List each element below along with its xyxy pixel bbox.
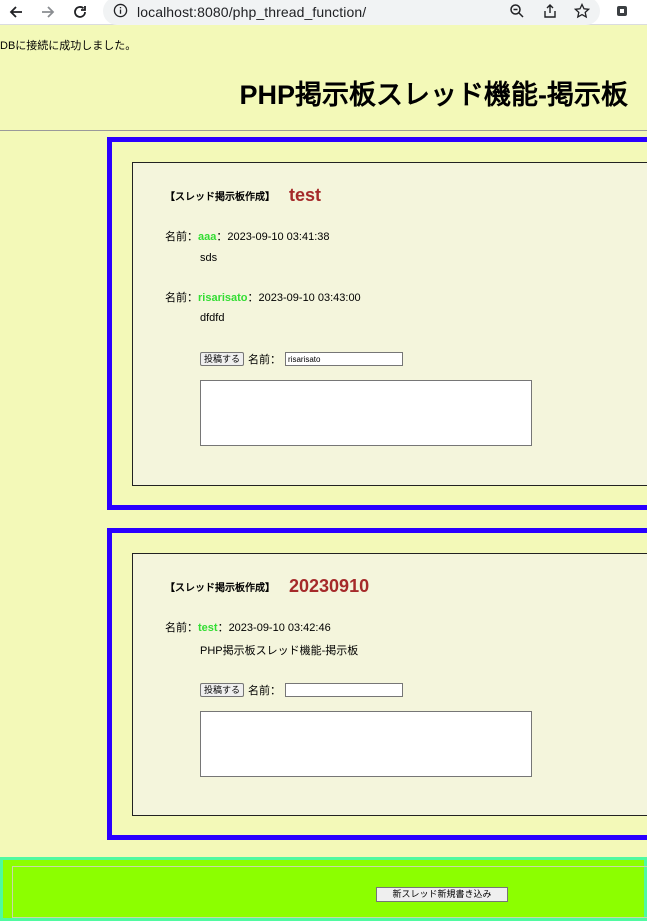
post-meta: 名前：test：2023-09-10 03:42:46 [165,619,331,635]
post-meta: 名前：risarisato：2023-09-10 03:43:00 [165,289,361,305]
post-timestamp: 2023-09-10 03:42:46 [228,622,331,634]
reply-form: 投稿する 名前： [200,682,404,698]
zoom-icon[interactable] [509,3,525,23]
post-author: aaa [198,231,217,243]
post-meta: 名前：aaa：2023-09-10 03:41:38 [165,228,330,244]
footer-panel: 新スレッド新規書き込み [0,857,647,921]
reply-name-input[interactable] [285,352,404,366]
extension-icon[interactable] [614,2,632,24]
thread-inner: 【スレッド掲示板作成】 20230910 名前：test：2023-09-10 0… [132,553,647,816]
post-timestamp: 2023-09-10 03:41:38 [227,231,330,243]
footer-inner: 新スレッド新規書き込み [12,866,647,918]
name-label: 名前： [165,622,198,634]
thread-card: 【スレッド掲示板作成】 test 名前：aaa：2023-09-10 03:41:… [107,137,647,510]
meta-separator: ： [247,292,259,304]
post-body: sds [200,252,218,264]
thread-card: 【スレッド掲示板作成】 20230910 名前：test：2023-09-10 0… [107,528,647,840]
browser-toolbar: localhost:8080/php_thread_function/ [0,0,647,25]
forward-icon[interactable] [38,2,58,22]
thread-title: 20230910 [289,576,370,596]
share-icon[interactable] [542,3,558,23]
reply-name-input[interactable] [285,683,404,697]
post-submit-button[interactable]: 投稿する [200,683,245,697]
name-label: 名前： [165,231,198,243]
new-thread-button[interactable]: 新スレッド新規書き込み [376,887,508,902]
post-body: dfdfd [200,312,225,324]
bookmark-star-icon[interactable] [573,2,591,23]
thread-inner: 【スレッド掲示板作成】 test 名前：aaa：2023-09-10 03:41:… [132,162,647,486]
post-timestamp: 2023-09-10 03:43:00 [258,292,361,304]
reply-name-label: 名前： [248,354,282,366]
meta-separator: ： [216,231,228,243]
reply-form: 投稿する 名前： [200,351,404,367]
site-info-icon[interactable] [113,3,128,22]
db-status-text: DBに接続に成功しました。 [0,40,137,52]
reply-message-textarea[interactable] [200,711,532,777]
meta-separator: ： [217,622,229,634]
reply-message-textarea[interactable] [200,380,532,446]
thread-title: test [289,185,322,205]
thread-header: 【スレッド掲示板作成】 test [165,185,321,206]
post-body: PHP掲示板スレッド機能-掲示板 [200,645,359,657]
post-author: test [198,622,218,634]
reply-name-label: 名前： [248,685,282,697]
name-label: 名前： [165,292,198,304]
address-bar[interactable]: localhost:8080/php_thread_function/ [103,0,600,25]
address-url[interactable]: localhost:8080/php_thread_function/ [137,4,366,20]
reload-icon[interactable] [70,2,90,22]
thread-tag: 【スレッド掲示板作成】 [165,192,275,203]
thread-header: 【スレッド掲示板作成】 20230910 [165,576,369,597]
header-divider [0,130,647,131]
post-submit-button[interactable]: 投稿する [200,352,245,366]
post-author: risarisato [198,292,248,304]
page-title: PHP掲示板スレッド機能-掲示板 [239,80,628,110]
thread-tag: 【スレッド掲示板作成】 [165,583,275,594]
back-icon[interactable] [6,2,26,22]
